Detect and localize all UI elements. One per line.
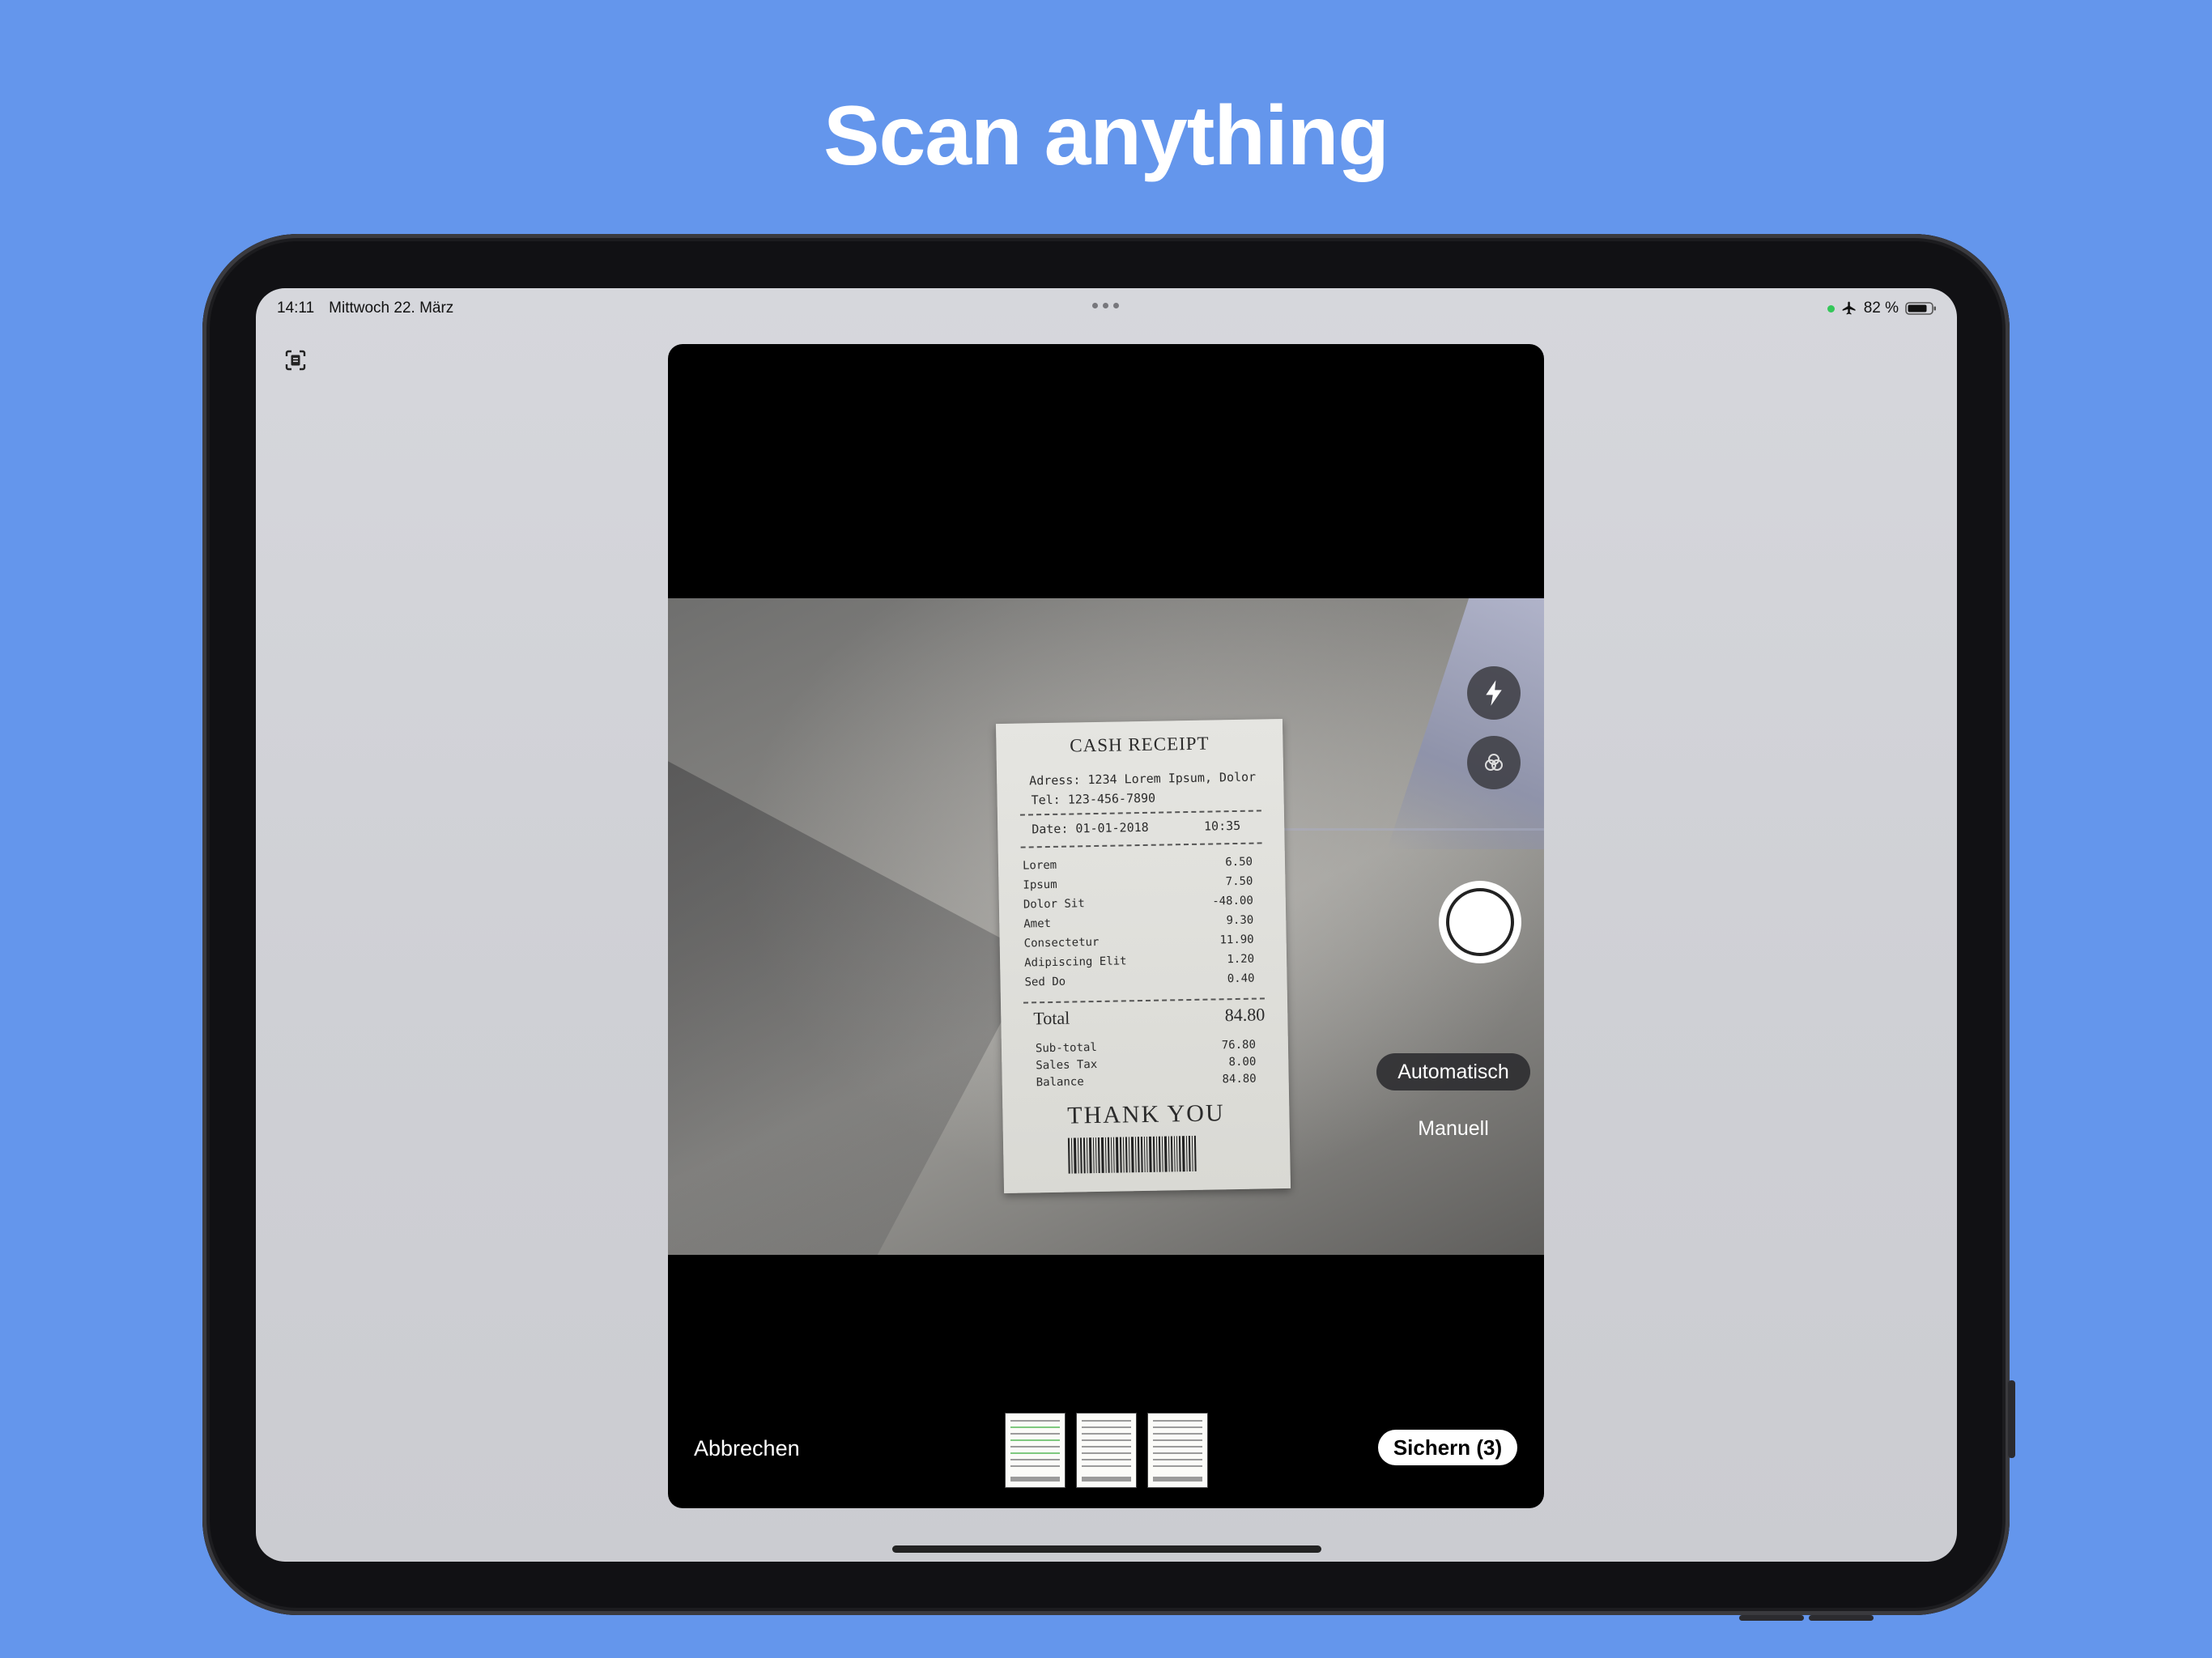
scan-thumbnail-1[interactable]: [1006, 1414, 1065, 1487]
receipt-item-name: Adipiscing Elit: [1023, 954, 1127, 970]
airplane-icon: [1842, 301, 1856, 315]
shutter-inner-ring: [1446, 888, 1514, 956]
receipt-subtotal-row: Balance 84.80: [1036, 1073, 1257, 1090]
receipt-date: Date: 01-01-2018: [1032, 819, 1149, 837]
receipt-subtotal-value: 84.80: [1222, 1072, 1257, 1086]
receipt-divider: [1020, 842, 1262, 848]
camera-viewfinder: CASH RECEIPT Adress: 1234 Lorem Ipsum, D…: [668, 598, 1544, 1255]
receipt-subtotal-value: 76.80: [1221, 1038, 1257, 1052]
receipt-item-price: 9.30: [1226, 913, 1254, 928]
volume-button: [2008, 1380, 2015, 1458]
receipt-subtotal-value: 8.00: [1228, 1055, 1257, 1069]
viewfinder-shadow: [668, 744, 1036, 1255]
status-bar-right: 82 %: [1827, 296, 1938, 321]
receipt-subtotal-row: Sales Tax 8.00: [1036, 1056, 1256, 1073]
filter-icon: [1485, 754, 1503, 771]
document-camera-sheet: CASH RECEIPT Adress: 1234 Lorem Ipsum, D…: [668, 344, 1544, 1508]
receipt-address: Adress: 1234 Lorem Ipsum, Dolor: [1029, 769, 1257, 789]
receipt-total-value: 84.80: [1224, 1004, 1266, 1026]
receipt-item-name: Dolor Sit: [1023, 897, 1085, 912]
receipt-item-row: Adipiscing Elit 1.20: [1024, 953, 1254, 970]
camera-indicator-icon: [1827, 304, 1835, 312]
receipt-item-price: 6.50: [1225, 855, 1253, 869]
receipt-item-price: 0.40: [1227, 971, 1255, 986]
receipt-time: 10:35: [1203, 818, 1241, 834]
receipt-divider: [1019, 810, 1261, 816]
multitasking-dots[interactable]: [1092, 303, 1119, 308]
receipt-item-price: 7.50: [1225, 874, 1253, 889]
cancel-button[interactable]: Abbrechen: [694, 1436, 800, 1461]
receipt-barcode: [1067, 1135, 1239, 1174]
mode-manual-button[interactable]: Manuell: [1376, 1110, 1530, 1147]
receipt-item-name: Amet: [1023, 916, 1052, 931]
status-time: 14:11: [277, 300, 315, 317]
status-date: Mittwoch 22. März: [329, 300, 454, 317]
receipt-item-row: Ipsum 7.50: [1023, 875, 1253, 892]
scan-thumbnail-3[interactable]: [1148, 1414, 1207, 1487]
receipt-divider: [1023, 997, 1265, 1004]
receipt-item-name: Ipsum: [1023, 878, 1057, 892]
receipt-title: CASH RECEIPT: [1070, 733, 1210, 756]
mode-automatic-button[interactable]: Automatisch: [1376, 1053, 1530, 1090]
headline: Scan anything: [823, 89, 1389, 183]
scanned-thumbnails: [1006, 1414, 1207, 1487]
receipt-item-name: Consectetur: [1023, 935, 1100, 950]
bottom-button-2: [1809, 1615, 1874, 1621]
scan-thumbnail-2[interactable]: [1077, 1414, 1136, 1487]
document-scan-icon[interactable]: [285, 350, 306, 371]
receipt-item-name: Sed Do: [1024, 975, 1066, 989]
shutter-button[interactable]: [1439, 881, 1521, 963]
receipt-item-row: Sed Do 0.40: [1024, 972, 1254, 989]
receipt-subtotal-name: Sales Tax: [1036, 1058, 1098, 1073]
scanned-receipt: CASH RECEIPT Adress: 1234 Lorem Ipsum, D…: [995, 718, 1291, 1194]
receipt-item-row: Consectetur 11.90: [1024, 933, 1254, 950]
receipt-item-row: Lorem 6.50: [1023, 856, 1253, 873]
receipt-subtotal-name: Balance: [1036, 1075, 1084, 1090]
receipt-total-label: Total: [1033, 1007, 1070, 1029]
receipt-item-price: -48.00: [1212, 894, 1253, 908]
receipt-subtotal-row: Sub-total 76.80: [1036, 1039, 1256, 1056]
ipad-screen: 14:11 Mittwoch 22. März 82 % CASH RECEIP…: [256, 288, 1957, 1562]
receipt-total-row: Total 84.80: [1033, 1004, 1265, 1029]
bottom-button-1: [1739, 1615, 1804, 1621]
receipt-subtotal-name: Sub-total: [1035, 1041, 1097, 1056]
home-indicator[interactable]: [892, 1545, 1321, 1553]
flash-button[interactable]: [1467, 666, 1521, 720]
receipt-item-price: 1.20: [1227, 952, 1255, 967]
filter-button[interactable]: [1467, 736, 1521, 789]
viewfinder-window-reflection: [1387, 598, 1544, 849]
receipt-item-row: Amet 9.30: [1023, 914, 1253, 931]
receipt-tel: Tel: 123-456-7890: [1031, 790, 1156, 808]
status-bar-left: 14:11 Mittwoch 22. März: [277, 296, 453, 321]
receipt-thank-you: THANK YOU: [1066, 1099, 1225, 1129]
battery-icon: [1905, 302, 1936, 315]
save-button[interactable]: Sichern (3): [1378, 1430, 1517, 1465]
receipt-item-name: Lorem: [1022, 858, 1057, 873]
flash-icon: [1486, 680, 1502, 706]
battery-percent: 82 %: [1863, 300, 1899, 317]
receipt-item-row: Dolor Sit -48.00: [1023, 895, 1253, 912]
receipt-item-price: 11.90: [1219, 933, 1254, 947]
